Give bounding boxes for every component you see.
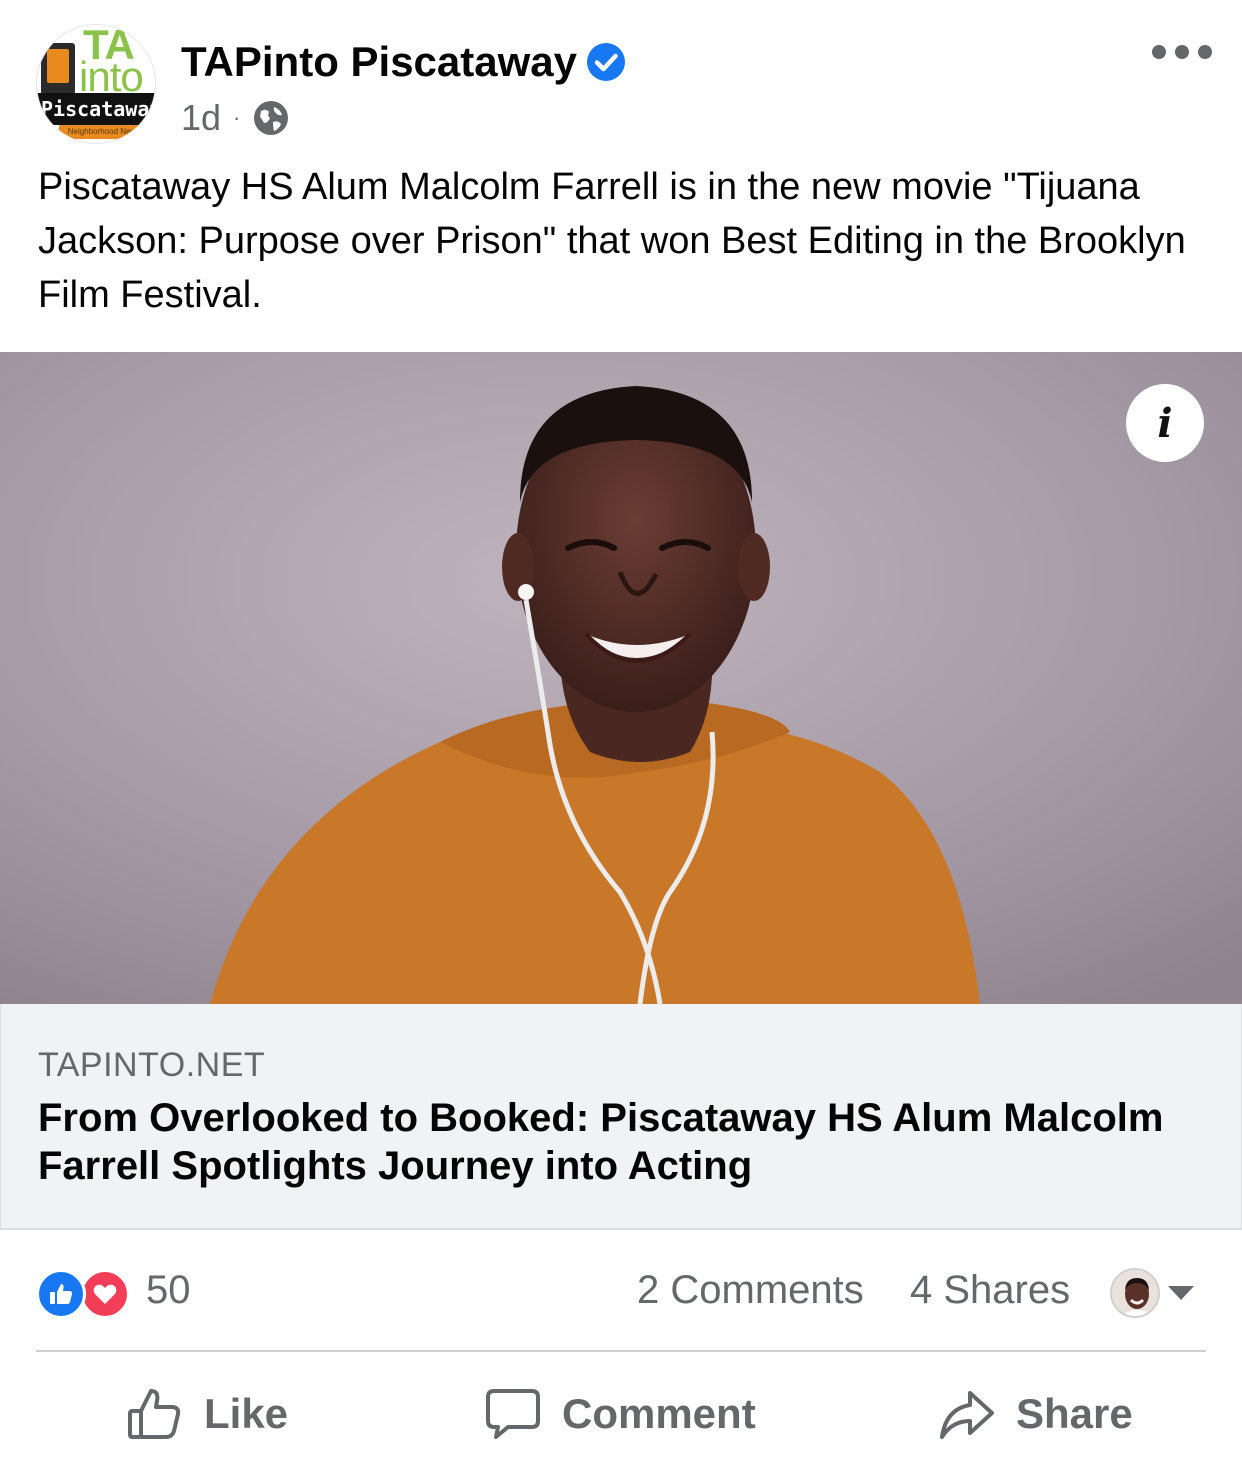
info-button[interactable]: i	[1126, 384, 1204, 462]
avatar-logo-top: TA into	[37, 25, 155, 100]
post-meta: 1d ·	[181, 96, 290, 140]
shares-count[interactable]: 4 Shares	[910, 1268, 1070, 1313]
verified-badge-icon	[587, 43, 625, 81]
share-arrow-icon	[940, 1391, 994, 1439]
more-options-icon[interactable]	[1152, 40, 1212, 64]
comment-label: Comment	[562, 1390, 756, 1437]
reactions-count[interactable]: 50	[146, 1268, 191, 1313]
viewer-avatar[interactable]	[1110, 1268, 1160, 1318]
action-divider	[36, 1350, 1206, 1352]
like-button[interactable]: Like	[126, 1380, 288, 1448]
page-avatar[interactable]: TA into Piscataway Neighborhood News	[36, 24, 156, 144]
comments-count[interactable]: 2 Comments	[637, 1268, 864, 1313]
person-photo-illustration	[0, 352, 1242, 1004]
reaction-icons[interactable]	[36, 1267, 136, 1321]
post-text: Piscataway HS Alum Malcolm Farrell is in…	[38, 166, 1186, 316]
post-timestamp[interactable]: 1d	[181, 97, 221, 139]
share-button[interactable]: Share	[938, 1380, 1133, 1448]
dot-2	[1175, 45, 1189, 59]
comment-icon	[486, 1389, 540, 1439]
love-reaction-icon	[80, 1269, 130, 1319]
phone-logo-icon	[41, 43, 75, 95]
like-reaction-icon	[36, 1269, 86, 1319]
logo-sub-text: Neighborhood News	[59, 125, 149, 139]
share-label: Share	[1016, 1390, 1133, 1437]
link-preview-image[interactable]	[0, 352, 1242, 1004]
link-domain: TAPINTO.NET	[38, 1046, 266, 1084]
comment-button[interactable]: Comment	[484, 1380, 756, 1448]
globe-icon	[254, 101, 289, 135]
thumbs-up-icon	[128, 1389, 181, 1439]
audience-dropdown-icon[interactable]	[1168, 1286, 1194, 1300]
page-name[interactable]: TAPinto Piscataway	[181, 38, 577, 86]
link-title[interactable]: From Overlooked to Booked: Piscataway HS…	[38, 1094, 1198, 1190]
like-label: Like	[204, 1390, 289, 1437]
dot-1	[1152, 45, 1166, 59]
meta-separator: ·	[233, 105, 241, 130]
logo-band-text: Piscataway	[37, 93, 155, 125]
dot-3	[1198, 45, 1212, 59]
